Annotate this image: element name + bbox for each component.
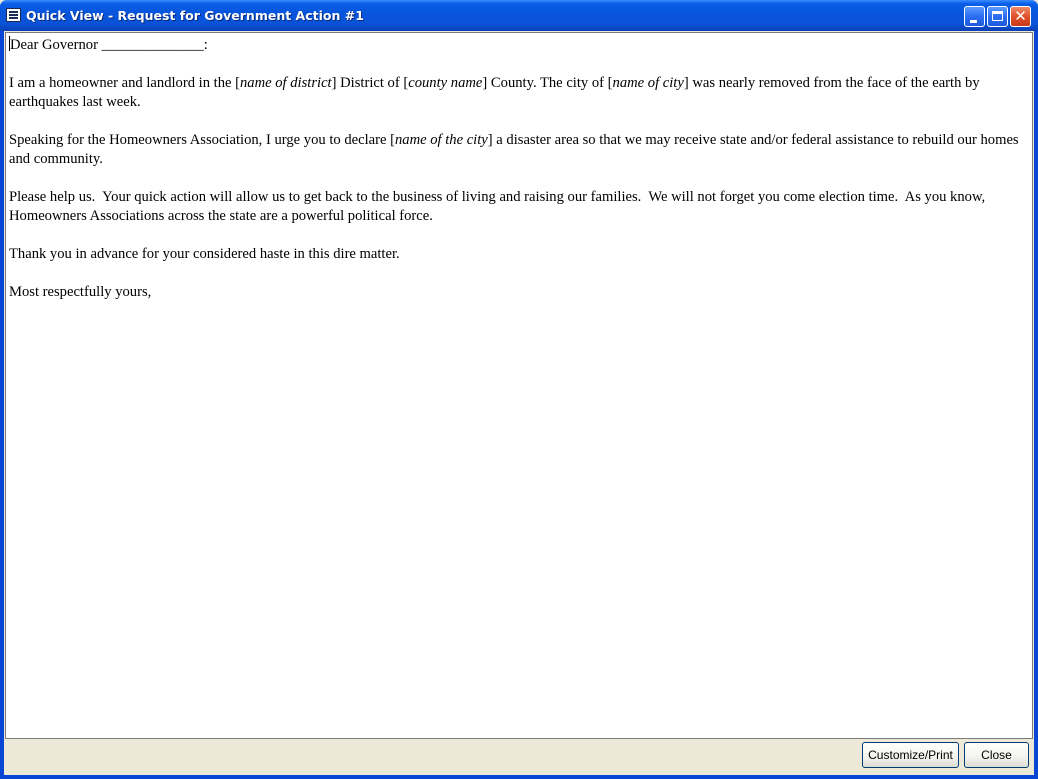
p2-text-1: Speaking for the Homeowners Association,…	[9, 132, 395, 148]
window-body: Dear Governor ______________: I am a hom…	[4, 31, 1034, 775]
salutation-text: Dear Governor ______________:	[10, 37, 208, 53]
maximize-button[interactable]	[987, 6, 1008, 27]
p1-text-1: I am a homeowner and landlord in the [	[9, 75, 240, 91]
title-bar[interactable]: Quick View - Request for Government Acti…	[0, 0, 1038, 31]
letter-preview[interactable]: Dear Governor ______________: I am a hom…	[5, 32, 1033, 739]
document-icon[interactable]	[6, 8, 21, 22]
placeholder-city: name of city	[612, 75, 684, 91]
close-window-button[interactable]: ✕	[1010, 6, 1031, 27]
letter-content: Dear Governor ______________: I am a hom…	[6, 33, 1032, 302]
close-icon: ✕	[1014, 7, 1027, 25]
letter-salutation: Dear Governor ______________:	[9, 36, 1032, 55]
letter-paragraph-1: I am a homeowner and landlord in the [na…	[9, 74, 1032, 112]
window-title: Quick View - Request for Government Acti…	[26, 8, 364, 23]
minimize-button[interactable]	[964, 6, 985, 27]
minimize-icon	[970, 20, 977, 23]
placeholder-county: county name	[408, 75, 483, 91]
quick-view-window: Quick View - Request for Government Acti…	[0, 0, 1038, 779]
letter-paragraph-2: Speaking for the Homeowners Association,…	[9, 131, 1032, 169]
close-button[interactable]: Close	[964, 742, 1029, 768]
letter-paragraph-4: Thank you in advance for your considered…	[9, 246, 400, 262]
p1-text-2: ] District of [	[331, 75, 409, 91]
customize-print-button[interactable]: Customize/Print	[862, 742, 959, 768]
maximize-icon	[992, 11, 1003, 21]
placeholder-city-name: name of the city	[394, 132, 488, 148]
p1-text-3: ] County. The city of [	[482, 75, 613, 91]
placeholder-district: name of district	[240, 75, 332, 91]
letter-paragraph-3: Please help us. Your quick action will a…	[9, 189, 989, 224]
letter-closing: Most respectfully yours,	[9, 284, 152, 300]
